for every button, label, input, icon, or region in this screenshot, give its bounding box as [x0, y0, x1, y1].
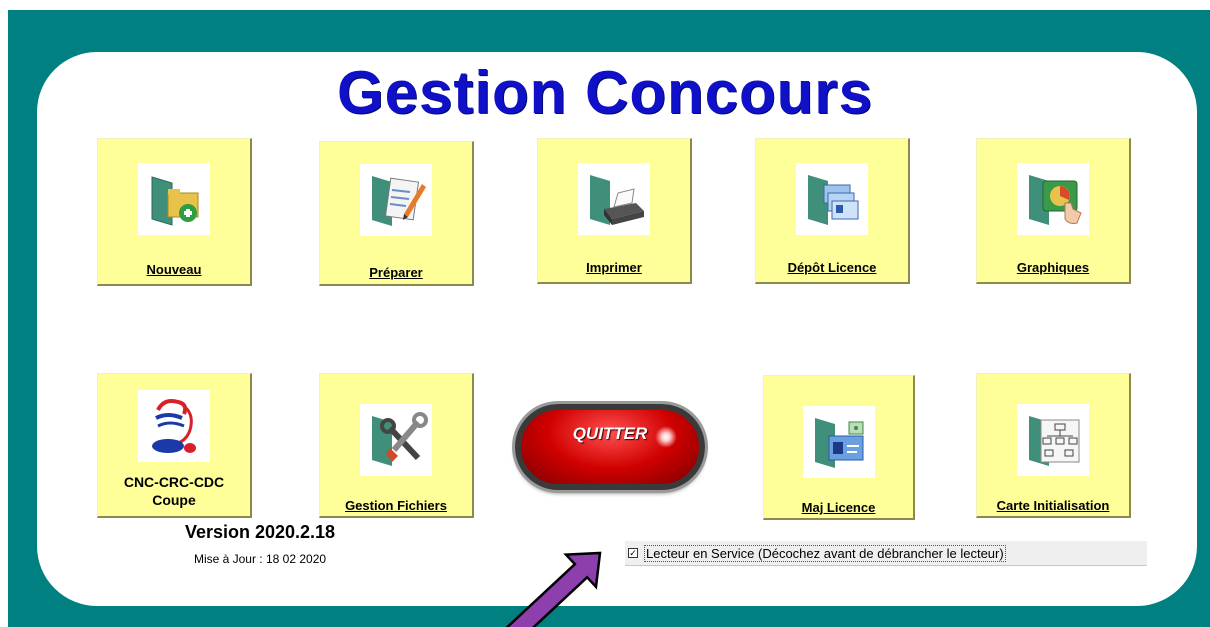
- cnc-label-line2: Coupe: [152, 492, 196, 508]
- rooster-france-logo: [138, 390, 210, 462]
- edit-document-icon: [360, 164, 432, 236]
- printer-icon: [578, 163, 650, 235]
- licence-cards-icon: [796, 163, 868, 235]
- version-label: Version 2020.2.18: [184, 522, 336, 542]
- imprimer-label: Imprimer: [586, 260, 642, 275]
- preparer-button[interactable]: Préparer: [319, 141, 474, 286]
- reader-checkbox-row[interactable]: ✓ Lecteur en Service (Décochez avant de …: [625, 541, 1147, 566]
- depot-licence-button[interactable]: Dépôt Licence: [755, 138, 910, 284]
- card-reader-icon: [802, 406, 875, 478]
- graphiques-label: Graphiques: [1016, 260, 1090, 275]
- imprimer-button[interactable]: Imprimer: [537, 138, 692, 284]
- graphiques-button[interactable]: Graphiques: [976, 138, 1131, 284]
- maj-licence-label: Maj Licence: [801, 500, 876, 515]
- quitter-button[interactable]: QUITTER: [515, 404, 705, 490]
- tree-diagram-icon: [1017, 404, 1089, 476]
- carte-initialisation-label: Carte Initialisation: [996, 498, 1110, 513]
- cnc-label-line1: CNC-CRC-CDC: [123, 474, 225, 490]
- glare-highlight: [655, 426, 677, 448]
- chart-touch-icon: [1017, 163, 1089, 235]
- preparer-label: Préparer: [369, 265, 423, 280]
- carte-initialisation-button[interactable]: Carte Initialisation: [976, 373, 1131, 518]
- gestion-fichiers-label: Gestion Fichiers: [345, 498, 447, 513]
- nouveau-button[interactable]: Nouveau: [97, 138, 252, 286]
- app-title: Gestion Concours: [336, 59, 874, 126]
- cnc-crc-cdc-coupe-button[interactable]: CNC-CRC-CDC Coupe: [97, 373, 252, 518]
- depot-licence-label: Dépôt Licence: [787, 260, 877, 275]
- reader-checkbox[interactable]: ✓: [628, 548, 638, 558]
- maj-licence-button[interactable]: Maj Licence: [763, 375, 915, 520]
- folder-add-icon: [138, 163, 210, 235]
- reader-checkbox-label[interactable]: Lecteur en Service (Décochez avant de dé…: [644, 545, 1006, 562]
- update-date-label: Mise à Jour : 18 02 2020: [193, 552, 327, 566]
- tools-icon: [360, 404, 432, 476]
- gestion-fichiers-button[interactable]: Gestion Fichiers: [319, 373, 474, 518]
- nouveau-label: Nouveau: [146, 262, 202, 277]
